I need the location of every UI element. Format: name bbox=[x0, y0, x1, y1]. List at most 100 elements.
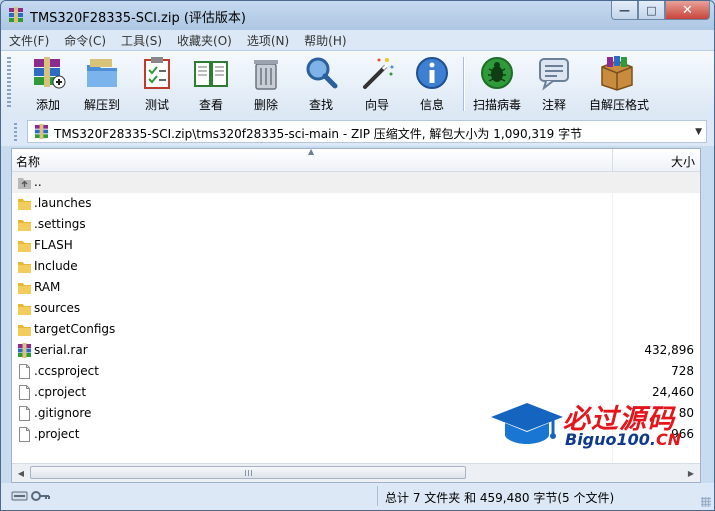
folder-icon bbox=[17, 301, 32, 316]
toolbar-grip[interactable] bbox=[7, 57, 11, 109]
file-size: 432,896 bbox=[644, 343, 694, 357]
graduation-cap-logo bbox=[491, 403, 563, 444]
find-button[interactable]: 查找 bbox=[303, 55, 339, 115]
scroll-left-button[interactable]: ◀ bbox=[13, 465, 29, 481]
trash-can-icon bbox=[254, 60, 278, 90]
address-grip[interactable] bbox=[14, 123, 17, 141]
menu-file[interactable]: 文件(F) bbox=[1, 32, 56, 49]
status-divider bbox=[377, 486, 378, 506]
menu-options[interactable]: 选项(N) bbox=[239, 32, 296, 49]
close-button[interactable]: ✕ bbox=[665, 1, 710, 20]
add-button[interactable]: 添加 bbox=[30, 55, 66, 115]
file-name: .cproject bbox=[34, 385, 87, 399]
menu-favorites[interactable]: 收藏夹(O) bbox=[169, 32, 239, 49]
menu-commands[interactable]: 命令(C) bbox=[56, 32, 113, 49]
test-clipboard-icon bbox=[144, 57, 170, 89]
folder-icon bbox=[17, 196, 32, 211]
menu-help[interactable]: 帮助(H) bbox=[296, 32, 353, 49]
comment-icon bbox=[539, 58, 569, 91]
scrollbar-grip bbox=[245, 470, 253, 476]
sort-ascending-icon: ▲ bbox=[308, 148, 315, 156]
folder-icon bbox=[17, 280, 32, 295]
view-button[interactable]: 查看 bbox=[193, 55, 229, 115]
magnifier-icon bbox=[306, 57, 338, 89]
resize-grip[interactable] bbox=[701, 497, 711, 507]
folder-icon bbox=[17, 217, 32, 232]
view-book-icon bbox=[194, 61, 228, 87]
info-button[interactable]: 信息 bbox=[414, 55, 450, 115]
column-header-name[interactable]: 名称 bbox=[16, 153, 40, 170]
window-title: TMS320F28335-SCI.zip (评估版本) bbox=[30, 11, 247, 26]
sfx-button[interactable]: 自解压格式 bbox=[589, 55, 649, 115]
winrar-app-icon[interactable] bbox=[8, 7, 24, 23]
find-label: 查找 bbox=[308, 98, 333, 112]
title-bar[interactable]: TMS320F28335-SCI.zip (评估版本) — □ ✕ bbox=[1, 1, 714, 30]
wizard-button[interactable]: 向导 bbox=[359, 55, 395, 115]
comment-button[interactable]: 注释 bbox=[536, 55, 572, 115]
file-row[interactable]: FLASH bbox=[12, 235, 700, 256]
sfx-label: 自解压格式 bbox=[589, 98, 650, 112]
file-name: targetConfigs bbox=[34, 322, 116, 336]
parent-folder-icon bbox=[17, 175, 32, 190]
folder-icon bbox=[17, 238, 32, 253]
view-label: 查看 bbox=[198, 98, 223, 112]
extract-to-button[interactable]: 解压到 bbox=[84, 55, 120, 115]
file-row[interactable]: RAM bbox=[12, 277, 700, 298]
status-bar: 总计 7 文件夹 和 459,480 字节(5 个文件) bbox=[1, 483, 714, 510]
status-summary: 总计 7 文件夹 和 459,480 字节(5 个文件) bbox=[385, 491, 615, 505]
scan-virus-button[interactable]: 扫描病毒 bbox=[473, 55, 521, 115]
file-icon bbox=[17, 427, 32, 442]
watermark-en-main: Biguo100. bbox=[565, 430, 656, 449]
magic-wand-icon bbox=[363, 58, 394, 89]
info-icon bbox=[416, 57, 448, 89]
file-name: .. bbox=[34, 175, 42, 189]
toolbar-separator bbox=[463, 57, 465, 111]
archive-icon bbox=[34, 124, 49, 139]
file-row[interactable]: sources bbox=[12, 298, 700, 319]
address-bar: TMS320F28335-SCI.zip\tms320f28335-sci-ma… bbox=[1, 117, 714, 146]
add-label: 添加 bbox=[35, 98, 60, 112]
winrar-window: TMS320F28335-SCI.zip (评估版本) — □ ✕ 文件(F) … bbox=[0, 0, 715, 511]
column-header-size[interactable]: 大小 bbox=[612, 149, 700, 171]
menu-tools[interactable]: 工具(S) bbox=[113, 32, 169, 49]
list-header: 名称 ▲ 大小 bbox=[12, 149, 700, 172]
virus-bug-icon bbox=[481, 57, 513, 89]
chevron-down-icon[interactable]: ▼ bbox=[695, 127, 702, 137]
file-name: RAM bbox=[34, 280, 61, 294]
address-path-combobox[interactable]: TMS320F28335-SCI.zip\tms320f28335-sci-ma… bbox=[27, 120, 707, 143]
file-row[interactable]: .launches bbox=[12, 193, 700, 214]
watermark-en-text: Biguo100.CN bbox=[565, 430, 681, 449]
file-row[interactable]: .ccsproject 728 bbox=[12, 361, 700, 382]
watermark: 必过源码 Biguo100.CN bbox=[487, 397, 707, 453]
file-name: .project bbox=[34, 427, 80, 441]
comment-label: 注释 bbox=[541, 98, 566, 112]
file-name: .ccsproject bbox=[34, 364, 99, 378]
test-button[interactable]: 测试 bbox=[139, 55, 175, 115]
scan-virus-label: 扫描病毒 bbox=[472, 98, 521, 112]
maximize-button[interactable]: □ bbox=[638, 1, 665, 20]
address-path-text: TMS320F28335-SCI.zip\tms320f28335-sci-ma… bbox=[54, 127, 583, 141]
file-name: .gitignore bbox=[34, 406, 92, 420]
file-row[interactable]: .. bbox=[12, 172, 700, 193]
scroll-right-button[interactable]: ▶ bbox=[683, 465, 699, 481]
file-row[interactable]: Include bbox=[12, 256, 700, 277]
scrollbar-thumb[interactable] bbox=[30, 466, 466, 479]
drive-key-icon[interactable] bbox=[11, 489, 51, 503]
file-row[interactable]: serial.rar 432,896 bbox=[12, 340, 700, 361]
file-name: sources bbox=[34, 301, 81, 315]
delete-label: 删除 bbox=[253, 98, 278, 112]
delete-button[interactable]: 删除 bbox=[248, 55, 284, 115]
file-icon bbox=[17, 385, 32, 400]
file-row[interactable]: targetConfigs bbox=[12, 319, 700, 340]
extract-to-label: 解压到 bbox=[83, 98, 120, 112]
add-archive-icon bbox=[34, 57, 66, 89]
toolbar: 添加 解压到 测试 查看 删除 查找 向导 信息 扫描病毒 注释 自解压格式 bbox=[1, 50, 714, 118]
horizontal-scrollbar[interactable]: ◀ ▶ bbox=[12, 463, 700, 482]
rar-archive-icon bbox=[17, 343, 32, 358]
file-icon bbox=[17, 406, 32, 421]
info-label: 信息 bbox=[419, 98, 444, 112]
file-size: 728 bbox=[671, 364, 694, 378]
file-name: FLASH bbox=[34, 238, 73, 252]
minimize-button[interactable]: — bbox=[611, 1, 638, 20]
file-row[interactable]: .settings bbox=[12, 214, 700, 235]
